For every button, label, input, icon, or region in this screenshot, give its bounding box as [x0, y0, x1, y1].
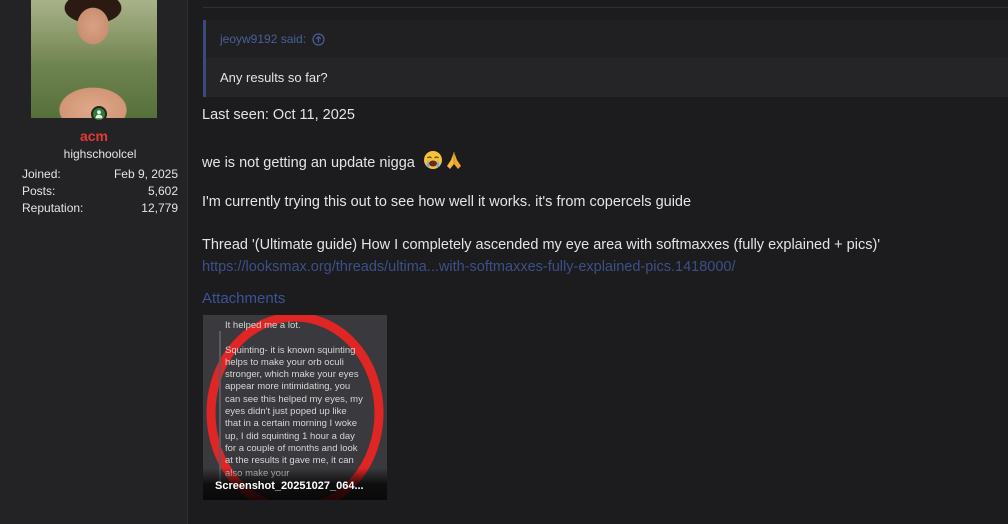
message-line: I'm currently trying this out to see how…	[202, 194, 692, 210]
folded-hands-icon	[446, 152, 461, 169]
stat-value: 5,602	[147, 184, 178, 198]
message-last-seen: Last seen: Oct 11, 2025	[202, 107, 355, 123]
divider	[203, 7, 1008, 8]
quote-author[interactable]: jeoyw9192 said:	[220, 32, 306, 46]
stat-row-reputation: Reputation: 12,779	[22, 200, 178, 217]
attachment-preview-text: It helped me a lot. Squinting- it is kno…	[225, 320, 363, 479]
stat-label: Posts:	[22, 184, 56, 198]
arrow-up-circle-icon[interactable]	[312, 32, 325, 46]
stat-value: 12,779	[141, 201, 178, 215]
username-link[interactable]: acm	[0, 128, 188, 144]
stat-row-posts: Posts: 5,602	[22, 183, 178, 200]
user-title: highschoolcel	[63, 147, 137, 161]
message-line: we is not getting an update nigga	[202, 150, 464, 171]
avatar[interactable]	[31, 0, 157, 118]
stat-label: Reputation:	[22, 201, 84, 215]
quote-bar	[219, 331, 221, 491]
stat-label: Joined:	[22, 167, 61, 181]
user-card: acm highschoolcel Joined: Feb 9, 2025 Po…	[0, 0, 188, 524]
attachment-thumbnail[interactable]: It helped me a lot. Squinting- it is kno…	[203, 315, 387, 500]
crying-face-icon	[423, 151, 442, 169]
message-line: Thread '(Ultimate guide) How I completel…	[202, 237, 881, 253]
message-text: we is not getting an update nigga	[202, 155, 415, 171]
attachments-heading: Attachments	[202, 290, 286, 307]
stat-row-joined: Joined: Feb 9, 2025	[22, 166, 178, 183]
online-status-icon	[91, 106, 107, 122]
stat-value: Feb 9, 2025	[113, 167, 178, 181]
page: acm highschoolcel Joined: Feb 9, 2025 Po…	[0, 0, 1008, 524]
user-stats: Joined: Feb 9, 2025 Posts: 5,602 Reputat…	[22, 166, 178, 217]
quote-block: jeoyw9192 said: Any results so far?	[203, 20, 1008, 97]
attachment-filename[interactable]: Screenshot_20251027_064...	[215, 480, 364, 492]
emoji-group	[423, 150, 464, 170]
quote-text: Any results so far?	[220, 70, 328, 85]
thread-link[interactable]: https://looksmax.org/threads/ultima...wi…	[202, 259, 736, 275]
quote-author-link[interactable]: jeoyw9192 said:	[220, 32, 325, 46]
